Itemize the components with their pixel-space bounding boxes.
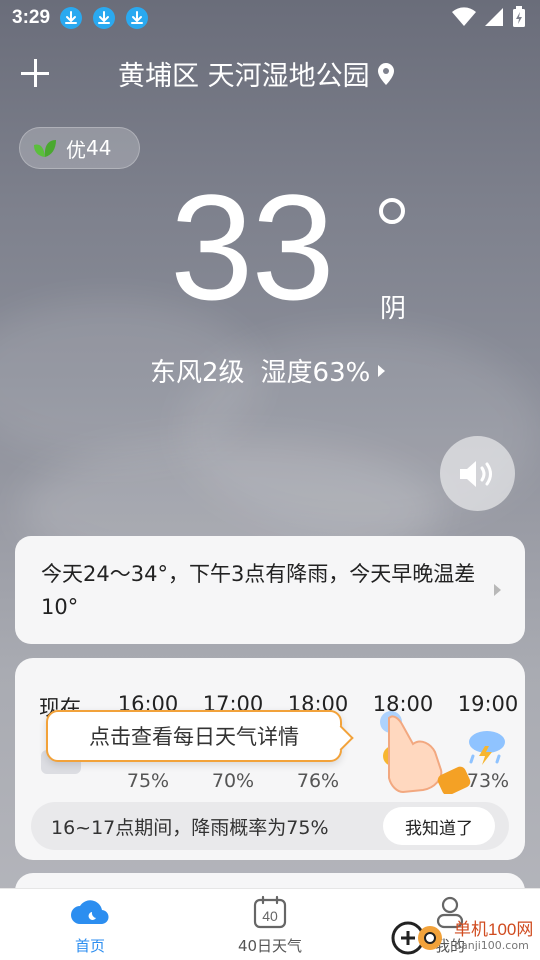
add-city-button[interactable] <box>18 56 52 90</box>
wind-humidity[interactable]: 东风2级 湿度63% <box>150 352 386 389</box>
location-name: 黄埔区 天河湿地公园 <box>118 61 370 92</box>
degree-symbol <box>379 198 405 224</box>
rain-notice-bar: 16~17点期间，降雨概率为75% 我知道了 <box>31 802 509 850</box>
status-bar: 3:29 <box>0 0 540 36</box>
map-pin-icon <box>377 62 394 85</box>
aqi-value: 44 <box>86 136 112 160</box>
watermark-logo-icon <box>391 921 442 955</box>
weather-condition: 阴 <box>380 294 407 324</box>
rain-notice-text: 16~17点期间，降雨概率为75% <box>51 816 329 839</box>
download-icon <box>93 7 116 29</box>
daily-summary-card[interactable]: 今天24～34°，下午3点有降雨，今天早晚温差10° <box>15 536 525 644</box>
daily-detail-tooltip[interactable]: 点击查看每日天气详情 <box>46 710 342 762</box>
humidity-text: 湿度63% <box>260 358 371 388</box>
current-temperature: 33 <box>170 163 335 331</box>
signal-icon <box>485 8 503 26</box>
download-icon <box>60 7 83 29</box>
battery-icon <box>513 6 525 27</box>
rain-probability: 70% <box>211 770 255 792</box>
status-time: 3:29 <box>12 7 51 28</box>
calendar-number: 40 <box>262 908 278 924</box>
cloud-moon-icon <box>71 900 109 925</box>
location-title[interactable]: 黄埔区 天河湿地公园 <box>118 54 396 93</box>
wind-text: 东风2级 <box>150 358 245 388</box>
nav-home-label: 首页 <box>74 937 105 955</box>
tap-hand-icon <box>380 711 471 794</box>
watermark-name: 单机100网 <box>454 919 534 939</box>
tooltip-text: 点击查看每日天气详情 <box>89 725 299 749</box>
leaf-icon <box>34 140 56 157</box>
watermark-url: danji100.com <box>454 938 529 952</box>
speaker-icon <box>459 460 492 487</box>
calendar-40-icon: 40 <box>253 895 287 929</box>
voice-broadcast-button[interactable] <box>440 436 515 511</box>
nav-40-day[interactable]: 40 40日天气 <box>210 895 330 956</box>
download-icon <box>126 7 149 29</box>
nav-40-day-label: 40日天气 <box>237 937 303 955</box>
aqi-label: 优 <box>66 137 86 162</box>
wifi-icon <box>452 7 476 27</box>
chevron-right-icon <box>494 584 501 596</box>
summary-text: 今天24～34°，下午3点有降雨，今天早晚温差10° <box>41 562 476 619</box>
got-it-button[interactable]: 我知道了 <box>383 807 495 845</box>
nav-home[interactable]: 首页 <box>30 895 150 956</box>
rain-probability: 76% <box>296 770 340 792</box>
chevron-right-icon <box>378 364 386 377</box>
aqi-badge[interactable]: 优 44 <box>19 127 140 169</box>
watermark: 单机100网 danji100.com <box>388 916 533 956</box>
rain-probability: 75% <box>126 770 170 792</box>
thunderstorm-icon <box>469 731 505 765</box>
status-icons <box>452 6 526 28</box>
header: 黄埔区 天河湿地公园 <box>0 48 540 98</box>
hourly-forecast-card[interactable]: 现在 16:00 17:00 18:00 18:00 19:00 75% 70%… <box>15 658 525 860</box>
